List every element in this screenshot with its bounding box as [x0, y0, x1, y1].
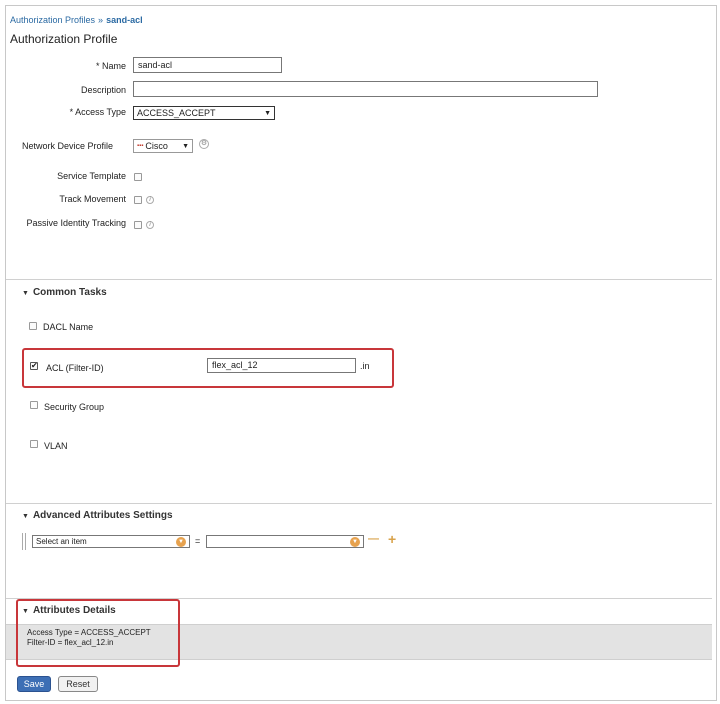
advanced-header[interactable]: ▼ Advanced Attributes Settings	[22, 510, 173, 521]
ndp-value: Cisco	[145, 141, 168, 151]
access-type-label: * Access Type	[69, 107, 126, 117]
security-group-checkbox[interactable]	[30, 401, 38, 409]
common-tasks-title: Common Tasks	[32, 287, 107, 298]
cisco-logo-icon: ▪▪▪	[137, 143, 144, 149]
ndp-select[interactable]: ▪▪▪ Cisco ▼	[133, 139, 193, 153]
breadcrumb-parent-link[interactable]: Authorization Profiles	[10, 15, 95, 25]
dacl-checkbox[interactable]	[29, 322, 37, 330]
common-tasks-header[interactable]: ▼ Common Tasks	[22, 287, 107, 298]
save-button[interactable]: Save	[17, 676, 51, 692]
access-type-value: ACCESS_ACCEPT	[137, 108, 216, 118]
equals-sign: =	[195, 536, 201, 546]
chevron-down-icon: ▼	[264, 109, 271, 117]
attribute-value-combo[interactable]: ▼	[206, 535, 364, 548]
security-group-label: Security Group	[44, 402, 105, 412]
breadcrumb-separator: »	[98, 15, 104, 25]
vlan-checkbox[interactable]	[30, 440, 38, 448]
service-template-checkbox[interactable]	[134, 173, 142, 181]
acl-filter-id-input[interactable]: flex_acl_12	[207, 358, 356, 373]
drag-handle[interactable]	[22, 533, 26, 550]
passive-identity-label: Passive Identity Tracking	[26, 218, 126, 228]
ndp-value-wrap: ▪▪▪ Cisco	[137, 141, 168, 151]
service-template-label: Service Template	[57, 171, 126, 181]
track-movement-label: Track Movement	[59, 194, 126, 204]
page-title: Authorization Profile	[10, 32, 118, 46]
attribute-name-placeholder: Select an item	[36, 537, 87, 546]
details-line-filter-id: Filter-ID = flex_acl_12.in	[27, 638, 114, 647]
collapse-triangle-icon: ▼	[22, 290, 29, 297]
collapse-triangle-icon: ▼	[22, 608, 29, 615]
info-icon[interactable]: i	[146, 221, 154, 229]
name-label: * Name	[95, 61, 126, 71]
chevron-down-icon: ▼	[176, 536, 186, 547]
details-header[interactable]: ▼ Attributes Details	[22, 605, 116, 616]
name-input[interactable]: sand-acl	[133, 57, 282, 73]
section-divider	[6, 503, 712, 504]
chevron-down-icon: ▼	[350, 536, 360, 547]
breadcrumb-current: sand-acl	[106, 15, 143, 25]
description-label: Description	[80, 85, 126, 95]
dacl-label: DACL Name	[43, 322, 94, 332]
remove-row-icon[interactable]: —	[368, 533, 379, 545]
acl-checkbox[interactable]	[30, 362, 38, 370]
breadcrumb: Authorization Profiles» sand-acl	[10, 15, 143, 25]
attribute-name-combo[interactable]: Select an item ▼	[32, 535, 190, 548]
info-icon[interactable]: i	[146, 196, 154, 204]
acl-suffix: .in	[360, 361, 370, 371]
passive-identity-checkbox[interactable]	[134, 221, 142, 229]
vlan-label: VLAN	[44, 441, 68, 451]
details-line-access-type: Access Type = ACCESS_ACCEPT	[27, 628, 151, 637]
chevron-down-icon: ▼	[182, 142, 189, 150]
acl-label: ACL (Filter-ID)	[46, 363, 104, 373]
collapse-triangle-icon: ▼	[22, 513, 29, 520]
add-row-icon[interactable]: +	[388, 531, 396, 547]
advanced-title: Advanced Attributes Settings	[32, 510, 173, 521]
ndp-label: Network Device Profile	[22, 141, 114, 151]
gear-icon[interactable]: ⚙	[199, 139, 209, 149]
section-divider	[6, 279, 712, 280]
details-title: Attributes Details	[32, 605, 116, 616]
access-type-select[interactable]: ACCESS_ACCEPT ▼	[133, 106, 275, 120]
track-movement-checkbox[interactable]	[134, 196, 142, 204]
reset-button[interactable]: Reset	[58, 676, 98, 692]
description-input[interactable]	[133, 81, 598, 97]
